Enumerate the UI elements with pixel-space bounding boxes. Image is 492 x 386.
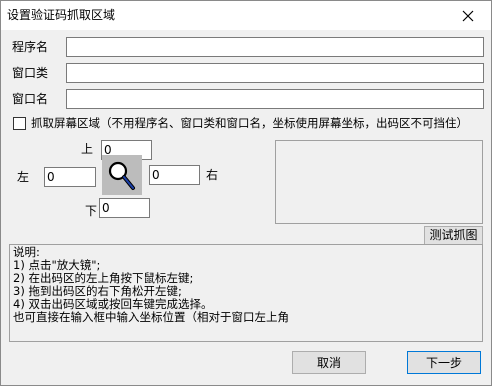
- next-button[interactable]: 下一步: [407, 351, 481, 374]
- window-class-input[interactable]: [66, 63, 484, 83]
- bottom-label: 下: [85, 204, 98, 218]
- test-capture-button[interactable]: 测试抓图: [424, 226, 483, 245]
- capture-preview: [275, 140, 483, 224]
- bottom-coordinate-input[interactable]: 0: [99, 198, 150, 218]
- dialog-window: 设置验证码抓取区域 程序名 窗口类 窗口名 抓取屏幕区域（不用程序名、窗口类和窗…: [0, 0, 492, 386]
- capture-screen-label: 抓取屏幕区域（不用程序名、窗口类和窗口名，坐标使用屏幕坐标，出码区不可挡住）: [31, 116, 468, 130]
- capture-screen-checkbox[interactable]: [13, 117, 26, 130]
- right-label: 右: [206, 168, 219, 182]
- help-text: 说明: 1) 点击"放大镜"; 2) 在出码区的左上角按下鼠标左键; 3) 拖到…: [9, 244, 483, 342]
- magnifier-icon: [108, 161, 135, 190]
- close-button[interactable]: [445, 1, 491, 30]
- right-coordinate-input[interactable]: 0: [149, 165, 200, 185]
- window-title: 设置验证码抓取区域: [7, 8, 116, 22]
- window-name-input[interactable]: [66, 89, 484, 109]
- magnifier-button[interactable]: [102, 155, 142, 195]
- left-label: 左: [17, 170, 30, 184]
- left-coordinate-input[interactable]: 0: [44, 167, 96, 187]
- cancel-button[interactable]: 取消: [292, 351, 366, 374]
- program-name-label: 程序名: [12, 40, 49, 54]
- window-name-label: 窗口名: [12, 92, 49, 106]
- help-line: 也可直接在输入框中输入坐标位置（相对于窗口左上角: [13, 310, 289, 324]
- close-icon: [462, 10, 474, 21]
- program-name-input[interactable]: [66, 37, 484, 57]
- title-bar: 设置验证码抓取区域: [1, 1, 491, 30]
- top-label: 上: [81, 142, 94, 156]
- window-class-label: 窗口类: [12, 66, 49, 80]
